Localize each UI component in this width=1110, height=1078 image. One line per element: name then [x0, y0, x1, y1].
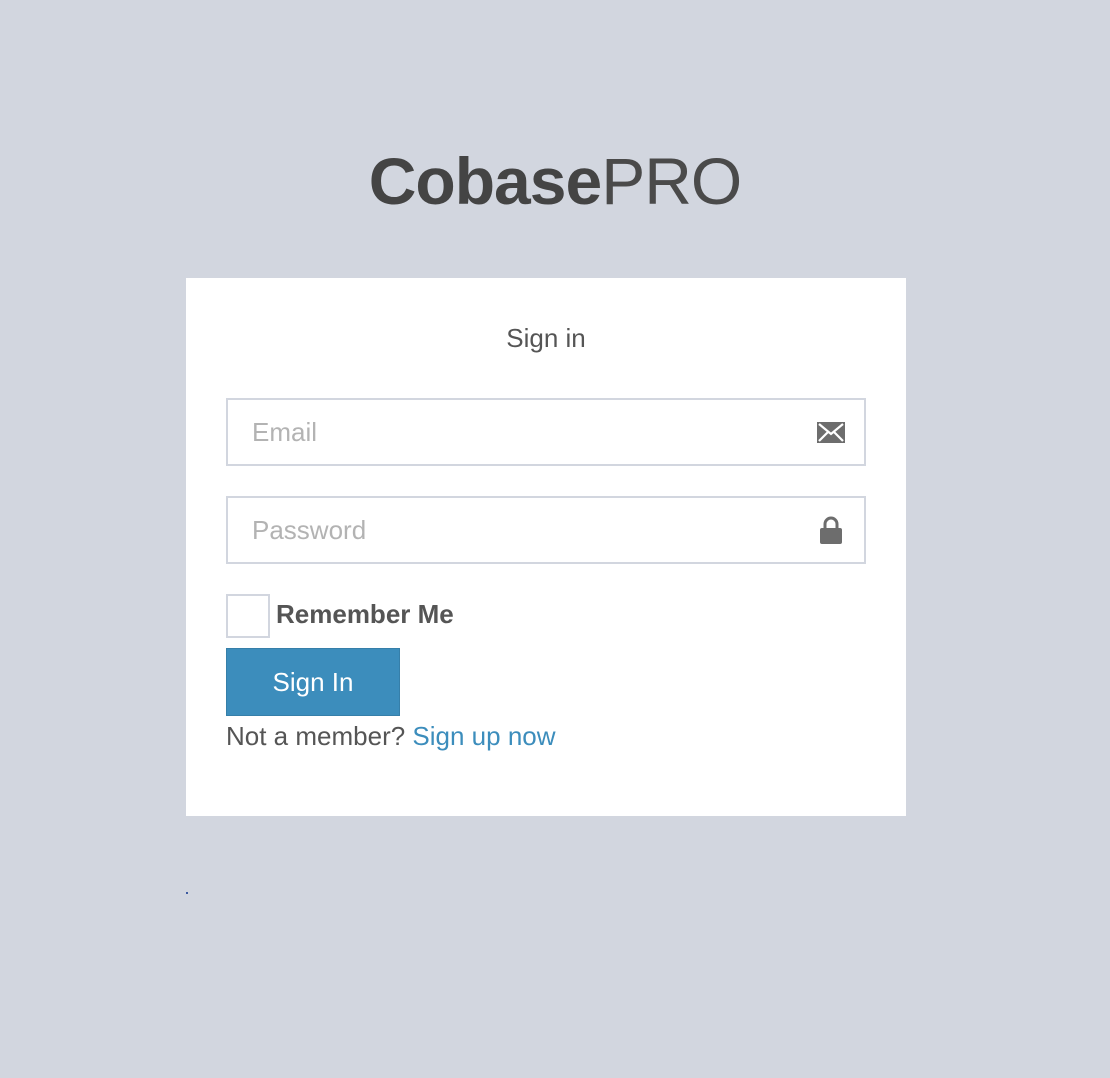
envelope-icon — [816, 417, 846, 447]
app-logo: CobasePRO — [0, 142, 1110, 220]
lock-icon — [816, 515, 846, 545]
sign-up-link[interactable]: Sign up now — [412, 721, 555, 751]
logo-light-text: PRO — [601, 144, 742, 218]
stray-dot — [186, 892, 188, 894]
register-prompt: Not a member? Sign up now — [226, 718, 556, 754]
register-prompt-text: Not a member? — [226, 721, 406, 751]
email-input[interactable] — [228, 400, 864, 464]
sign-in-button[interactable]: Sign In — [226, 648, 400, 716]
logo-bold-text: Cobase — [368, 144, 602, 218]
email-field — [226, 398, 866, 466]
remember-me-checkbox[interactable] — [226, 594, 270, 638]
password-input[interactable] — [228, 498, 864, 562]
form-title: Sign in — [506, 323, 586, 353]
remember-me-label[interactable]: Remember Me — [276, 596, 454, 632]
password-field — [226, 496, 866, 564]
